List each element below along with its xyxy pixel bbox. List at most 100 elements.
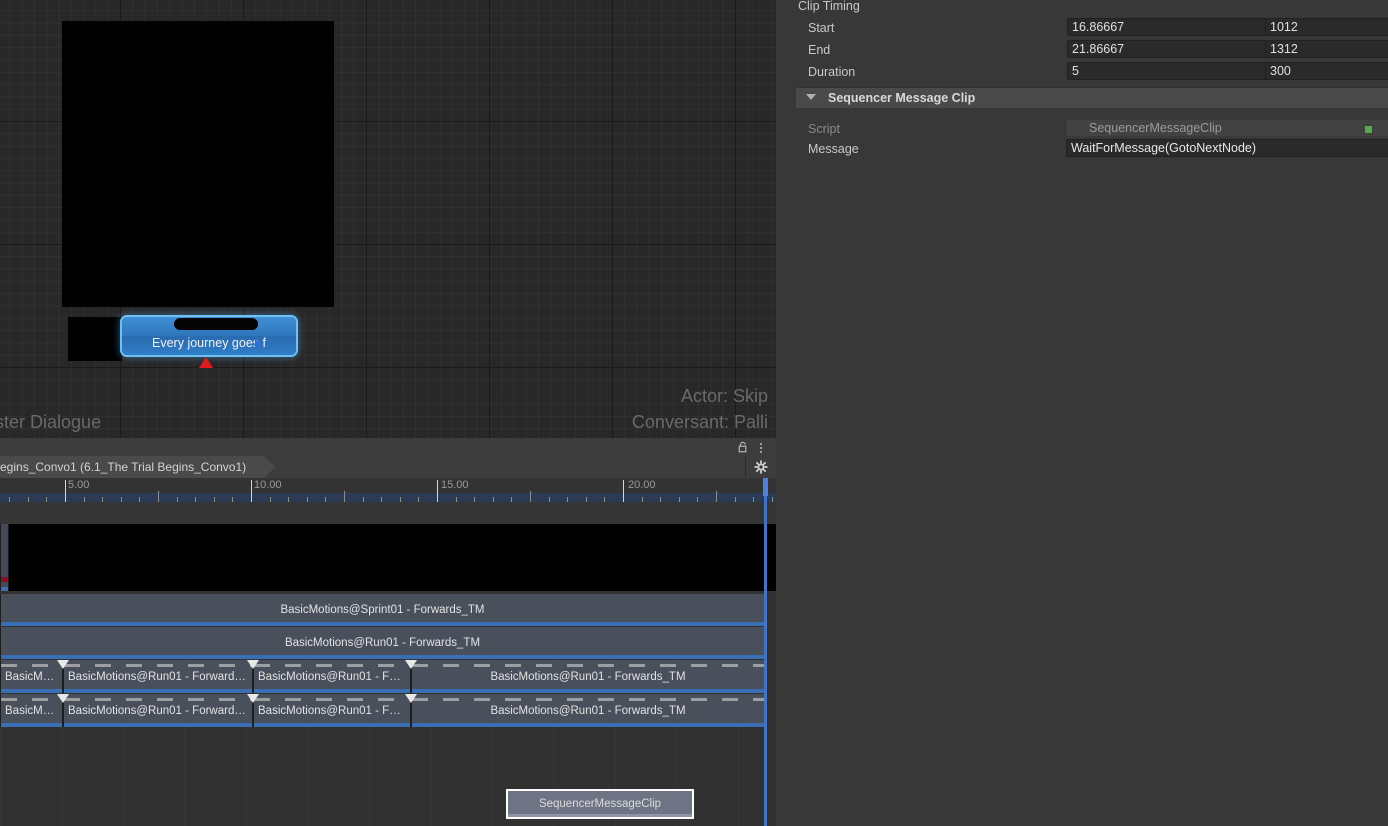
clip-timing-row: Durations5f300 bbox=[776, 61, 1388, 83]
dialogue-node-text: Every journey goes f bbox=[152, 336, 266, 350]
timeline-clip[interactable]: BasicMotions@Run01 - Forw... bbox=[253, 694, 411, 727]
ruler-tick bbox=[530, 491, 531, 502]
chevron-down-icon[interactable] bbox=[806, 94, 816, 100]
clip-dash-strip bbox=[64, 664, 252, 667]
dialogue-editor-pane: Every journey goes f ce Master Dialogue … bbox=[0, 0, 776, 826]
clip-label: BasicMotions@Run01 - Forwards_TM bbox=[490, 670, 686, 683]
script-field: SequencerMessageClip bbox=[1066, 119, 1388, 137]
message-row: Message WaitForMessage(GotoNextNode) bbox=[776, 138, 1388, 160]
node-thumbnail bbox=[68, 317, 122, 361]
lock-open-icon[interactable] bbox=[738, 441, 749, 453]
timeline-clip[interactable]: BasicMotions@Run01 - Forwards_TM bbox=[411, 694, 765, 727]
timeline-clip[interactable]: BasicMotions@Run01 - Forwards_TM bbox=[411, 660, 765, 693]
clip-dash-strip bbox=[412, 664, 764, 667]
clip-dash-strip bbox=[254, 664, 410, 667]
ruler-tick bbox=[65, 480, 66, 502]
play-arrow-icon bbox=[255, 339, 262, 349]
clip-label: BasicMotions@Run01 - Forwards_TM bbox=[68, 704, 252, 717]
timeline-track[interactable] bbox=[0, 524, 776, 591]
timeline-clip[interactable]: BasicMotions@Run01 - Forwards_TM bbox=[63, 660, 253, 693]
clip-label: SequencerMessageClip bbox=[538, 798, 662, 810]
playhead[interactable] bbox=[764, 478, 767, 826]
inspector-pane: Clip Timing Starts16.86667f1012Ends21.86… bbox=[776, 0, 1388, 826]
timeline-track[interactable]: SequencerMessageClip bbox=[0, 789, 776, 819]
ruler-tick bbox=[158, 491, 159, 502]
clip-dash-strip bbox=[254, 698, 410, 701]
clip-blend-marker-icon[interactable] bbox=[57, 660, 69, 669]
message-input[interactable]: WaitForMessage(GotoNextNode) bbox=[1066, 139, 1388, 157]
clip-label: BasicMotio... bbox=[5, 670, 62, 683]
clip-blend-marker-icon[interactable] bbox=[405, 660, 417, 669]
breadcrumb[interactable]: egins_Convo1 (6.1_The Trial Begins_Convo… bbox=[0, 456, 276, 478]
message-label: Message bbox=[808, 142, 859, 156]
timeline-clip[interactable]: BasicMotio... bbox=[0, 694, 63, 727]
clip-dash-strip bbox=[64, 698, 252, 701]
ruler-tick bbox=[251, 480, 252, 502]
timeline-clip[interactable]: BasicMotions@Run01 - Forw... bbox=[253, 660, 411, 693]
timeline-clip[interactable]: BasicMotions@Run01 - Forwards_TM bbox=[0, 627, 765, 659]
seconds-input[interactable]: 21.86667 bbox=[1067, 40, 1275, 58]
ruler-label: 15.00 bbox=[441, 479, 469, 491]
component-header-sequencer-message-clip[interactable]: Sequencer Message Clip bbox=[796, 87, 1388, 108]
timeline-track[interactable]: BasicMotio... BasicMotions@Run01 - Forwar… bbox=[0, 660, 776, 693]
timeline-settings-button[interactable] bbox=[745, 456, 776, 478]
timeline-track[interactable]: BasicMotions@Run01 - Forwards_TM bbox=[0, 627, 776, 659]
timeline-clip[interactable] bbox=[0, 524, 9, 591]
frames-input[interactable]: 1312 bbox=[1265, 40, 1388, 58]
seconds-input[interactable]: 5 bbox=[1067, 62, 1275, 80]
timeline-subbar bbox=[0, 502, 776, 525]
clip-timing-title: Clip Timing bbox=[798, 0, 860, 13]
playhead-handle[interactable] bbox=[763, 478, 768, 496]
dialogue-graph-canvas[interactable]: Every journey goes f ce Master Dialogue … bbox=[0, 0, 776, 438]
gear-icon bbox=[754, 460, 768, 474]
row-label: Duration bbox=[808, 65, 856, 79]
clip-blend-marker-icon[interactable] bbox=[247, 660, 259, 669]
clip-dash-strip bbox=[1, 698, 62, 701]
clip-blend-marker-icon[interactable] bbox=[57, 694, 69, 703]
frames-input[interactable]: 300 bbox=[1265, 62, 1388, 80]
component-title: Sequencer Message Clip bbox=[828, 91, 976, 105]
clip-accent-bar bbox=[1, 577, 8, 582]
timeline-window: egins_Convo1 (6.1_The Trial Begins_Convo… bbox=[0, 438, 776, 826]
clip-label: BasicMotions@Run01 - Forwards_TM bbox=[68, 670, 252, 683]
ruler-label: 20.00 bbox=[628, 479, 656, 491]
ruler-tick bbox=[437, 480, 438, 502]
clip-timing-row: Starts16.86667f1012 bbox=[776, 17, 1388, 39]
ruler-tick bbox=[344, 491, 345, 502]
dialogue-database-label: ce Master Dialogue bbox=[0, 412, 102, 432]
clip-dash-strip bbox=[412, 698, 764, 701]
clip-label: BasicMotions@Run01 - Forw... bbox=[258, 704, 410, 717]
ruler-label: 10.00 bbox=[254, 479, 282, 491]
clip-label: BasicMotions@Run01 - Forwards_TM bbox=[284, 637, 481, 649]
timeline-clip[interactable]: BasicMotions@Run01 - Forwards_TM bbox=[63, 694, 253, 727]
clip-timing-row: Ends21.86667f1312 bbox=[776, 39, 1388, 61]
actor-label: Actor: Skip bbox=[680, 386, 768, 406]
timeline-clip[interactable]: BasicMotio... bbox=[0, 660, 63, 693]
redacted-region-top bbox=[62, 21, 334, 307]
clip-blend-marker-icon[interactable] bbox=[247, 694, 259, 703]
clip-label: BasicMotions@Run01 - Forw... bbox=[258, 670, 410, 683]
clip-blend-marker-icon[interactable] bbox=[405, 694, 417, 703]
kebab-menu-icon[interactable] bbox=[756, 441, 766, 453]
ruler-tick bbox=[716, 491, 717, 502]
timeline-ruler[interactable]: 5.00 10.00 15.00 20.00 bbox=[0, 478, 776, 502]
conversant-label: Conversant: Palli bbox=[631, 412, 768, 432]
timeline-tracks[interactable]: BasicMotions@Sprint01 - Forwards_TM Basic… bbox=[0, 524, 776, 826]
ruler-tick bbox=[623, 480, 624, 502]
timeline-clip[interactable]: BasicMotions@Sprint01 - Forwards_TM bbox=[0, 594, 765, 626]
script-value: SequencerMessageClip bbox=[1089, 121, 1222, 135]
timeline-track[interactable]: BasicMotions@Sprint01 - Forwards_TM bbox=[0, 594, 776, 626]
row-label: Start bbox=[808, 21, 835, 35]
dialogue-node[interactable]: Every journey goes f bbox=[122, 317, 296, 355]
seconds-input[interactable]: 16.86667 bbox=[1067, 18, 1275, 36]
clip-label: BasicMotions@Sprint01 - Forwards_TM bbox=[280, 604, 485, 616]
cs-script-icon bbox=[1363, 124, 1374, 135]
app-root: Every journey goes f ce Master Dialogue … bbox=[0, 0, 1388, 826]
node-start-marker-icon bbox=[199, 357, 213, 368]
script-row: Script SequencerMessageClip bbox=[776, 118, 1388, 140]
frames-input[interactable]: 1012 bbox=[1265, 18, 1388, 36]
selected-clip[interactable]: SequencerMessageClip bbox=[506, 789, 694, 819]
timeline-track[interactable]: BasicMotio... BasicMotions@Run01 - Forwar… bbox=[0, 694, 776, 727]
clip-label: BasicMotions@Run01 - Forwards_TM bbox=[490, 704, 686, 717]
timeline-toolbar bbox=[0, 438, 776, 457]
